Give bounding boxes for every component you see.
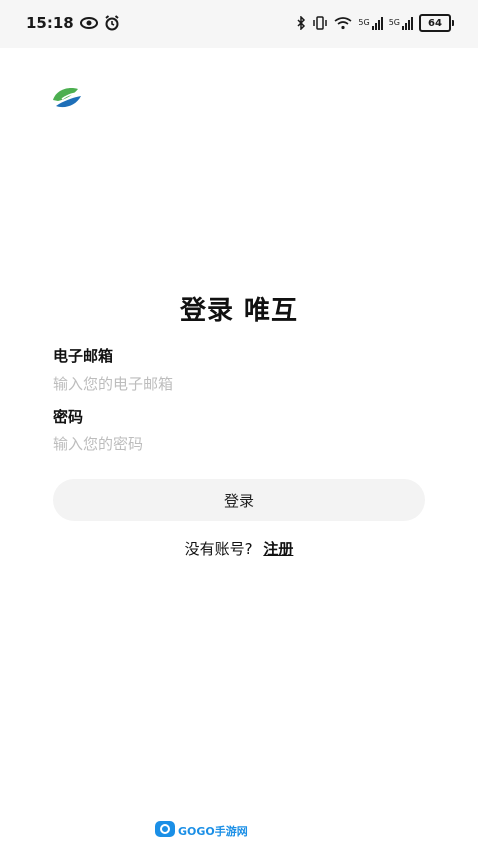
login-button-label: 登录 (223, 491, 254, 510)
status-right: 5G 5G 64 (296, 14, 454, 32)
register-line: 没有账号? 注册 (0, 538, 478, 559)
email-field[interactable] (53, 372, 423, 396)
login-button[interactable]: 登录 (53, 479, 425, 521)
page-title: 登录 唯互 (179, 296, 299, 326)
signal-icon-2: 5G (388, 16, 413, 30)
battery-icon: 64 (419, 14, 454, 32)
vibrate-icon (312, 16, 328, 30)
eye-icon (79, 17, 98, 29)
status-time: 15:18 (26, 14, 74, 32)
email-label: 电子邮箱 (53, 347, 114, 365)
status-bar: 15:18 5G 5G 64 (0, 0, 478, 48)
battery-level: 64 (419, 14, 451, 32)
password-field[interactable] (53, 432, 423, 456)
signal-tag: 5G (358, 17, 370, 27)
register-prompt: 没有账号? (184, 540, 253, 558)
register-link[interactable]: 注册 (263, 540, 293, 558)
gogo-logo-icon (154, 820, 176, 842)
signal-tag: 5G (388, 17, 400, 27)
leaf-logo (50, 84, 84, 112)
watermark: GOGO手游网 (154, 819, 254, 843)
login-page: 15:18 5G 5G 64 登录 唯互 电子邮箱 输入您的电子邮箱 密码 登录… (0, 0, 478, 850)
bluetooth-icon (296, 16, 306, 30)
signal-icon: 5G (358, 16, 383, 30)
status-left: 15:18 (26, 14, 120, 32)
password-label: 密码 (53, 408, 84, 426)
wifi-icon (334, 16, 352, 30)
watermark-text: GOGO手游网 (178, 825, 248, 838)
alarm-icon (104, 15, 120, 31)
